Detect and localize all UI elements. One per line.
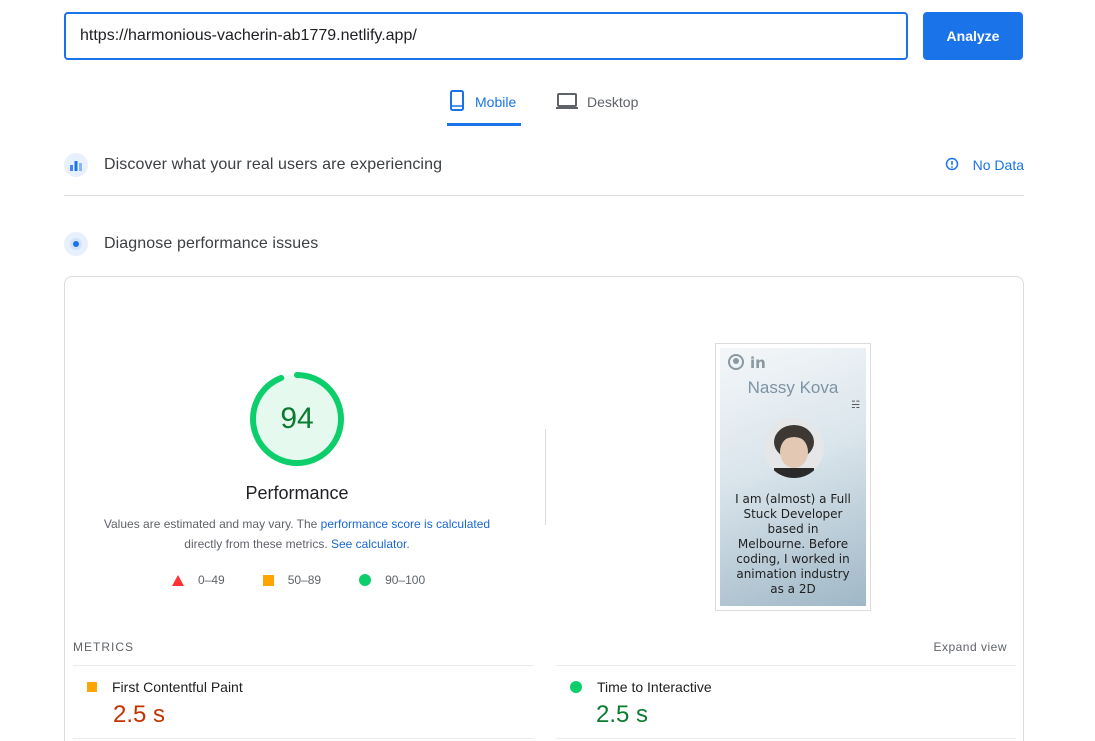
- diagnose-section: Diagnose performance issues: [64, 232, 1024, 256]
- score-calculated-link[interactable]: performance score is calculated: [321, 517, 490, 531]
- github-icon: [728, 354, 744, 374]
- tab-desktop-label: Desktop: [587, 94, 639, 110]
- screenshot-bio: I am (almost) a Full Stuck Developer bas…: [735, 492, 851, 596]
- tab-mobile-label: Mobile: [475, 94, 517, 110]
- metric-value: 2.5 s: [596, 701, 649, 728]
- metric-name: Time to Interactive: [597, 679, 712, 695]
- real-users-section: Discover what your real users are experi…: [64, 153, 1024, 177]
- analyze-button[interactable]: Analyze: [923, 12, 1023, 60]
- url-input[interactable]: [64, 12, 908, 60]
- metrics-heading: METRICS: [73, 640, 134, 654]
- laptop-icon: [555, 88, 579, 117]
- performance-report-card: 94 Performance Values are estimated and …: [64, 276, 1024, 741]
- average-square-icon: [87, 682, 97, 692]
- diagnose-title: Diagnose performance issues: [104, 235, 319, 252]
- metrics-divider-right: [556, 665, 1016, 666]
- metric-first-contentful-paint: First Contentful Paint 2.5 s: [73, 679, 243, 729]
- score-legend: 0–49 50–89 90–100: [172, 573, 463, 587]
- metrics-row-divider-left: [73, 738, 533, 739]
- legend-pass-range: 90–100: [385, 573, 426, 587]
- fail-triangle-icon: [172, 574, 184, 586]
- legend-pass: 90–100: [359, 573, 425, 587]
- performance-title: Performance: [245, 483, 349, 503]
- legend-average-range: 50–89: [287, 573, 322, 587]
- phone-icon: [447, 88, 467, 117]
- tab-desktop[interactable]: Desktop: [555, 88, 645, 126]
- crux-chart-icon: [64, 153, 88, 177]
- legend-fail-range: 0–49: [198, 573, 225, 587]
- real-users-title: Discover what your real users are experi…: [104, 156, 443, 173]
- page-screenshot: in Nassy Kova ☵ I am (almost) a Full Stu…: [715, 343, 871, 611]
- desc-text-1: Values are estimated and may vary. The: [103, 517, 321, 531]
- legend-average: 50–89: [262, 573, 322, 587]
- pass-circle-icon: [359, 574, 372, 586]
- legend-fail: 0–49: [172, 573, 225, 587]
- vertical-separator: [545, 429, 546, 525]
- desc-text-3: .: [406, 537, 410, 551]
- performance-score: 94: [280, 402, 314, 435]
- info-icon: [945, 157, 959, 174]
- performance-description: Values are estimated and may vary. The p…: [85, 514, 509, 554]
- expand-view-toggle[interactable]: Expand view: [933, 640, 1007, 654]
- lighthouse-icon: [64, 232, 88, 256]
- no-data-label: No Data: [972, 157, 1024, 173]
- see-calculator-link[interactable]: See calculator: [331, 537, 406, 551]
- section-divider: [64, 195, 1024, 196]
- screenshot-name: Nassy Kova: [747, 378, 839, 397]
- metric-value: 2.5 s: [113, 701, 166, 728]
- average-square-icon: [262, 574, 274, 586]
- menu-icon: ☵: [851, 400, 860, 411]
- metrics-row-divider-right: [556, 738, 1016, 739]
- metric-time-to-interactive: Time to Interactive 2.5 s: [556, 679, 712, 729]
- metric-name: First Contentful Paint: [112, 679, 243, 695]
- linkedin-icon: in: [750, 354, 766, 372]
- avatar: [764, 418, 824, 478]
- tab-mobile[interactable]: Mobile: [447, 88, 521, 126]
- metrics-divider-left: [73, 665, 533, 666]
- no-data-link[interactable]: No Data: [945, 157, 1024, 174]
- desc-text-2: directly from these metrics.: [184, 537, 331, 551]
- pass-circle-icon: [570, 681, 582, 693]
